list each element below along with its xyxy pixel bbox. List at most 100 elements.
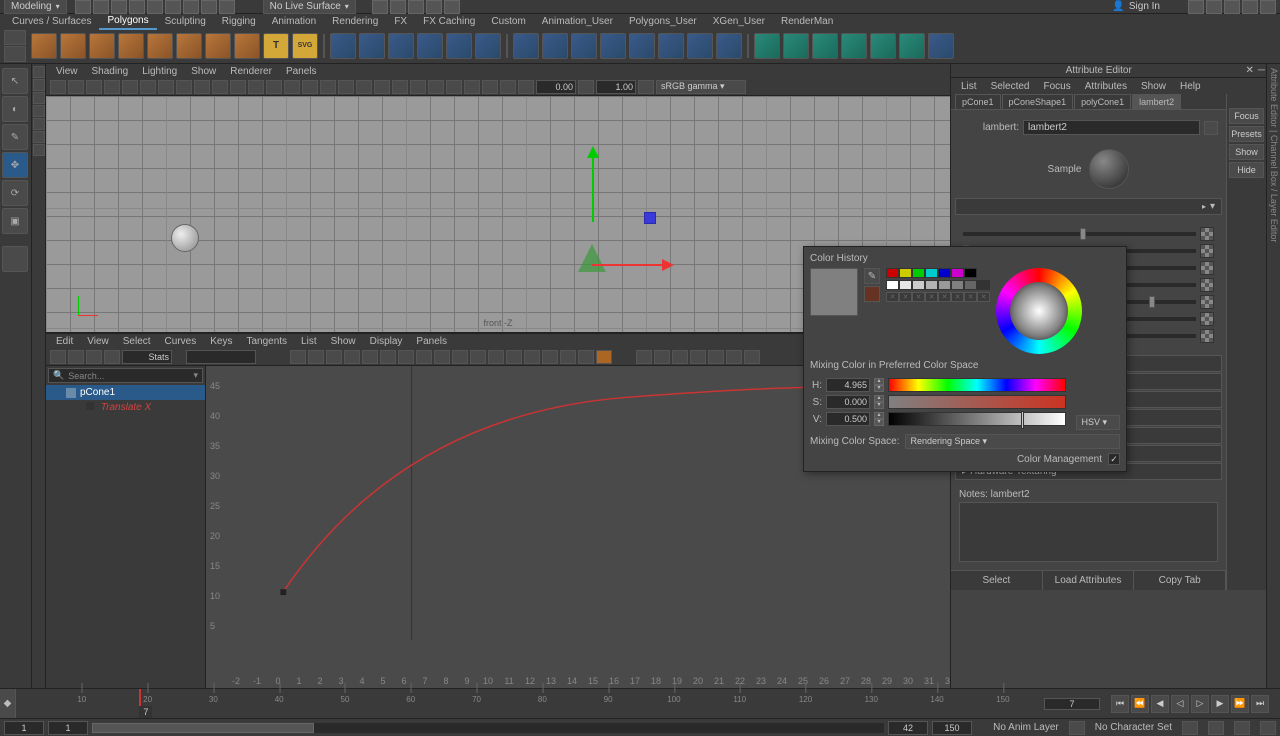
empty-palette-slot[interactable] <box>938 292 951 302</box>
shelf-tool-icon[interactable] <box>754 33 780 59</box>
range-slider[interactable] <box>92 723 884 733</box>
graph-toolbar-icon[interactable] <box>452 350 468 364</box>
close-icon[interactable]: ✕ <box>1246 65 1254 76</box>
poly-plane-icon[interactable] <box>147 33 173 59</box>
graph-toolbar-icon[interactable] <box>744 350 760 364</box>
cone-object[interactable] <box>578 244 606 272</box>
graph-toolbar-icon[interactable] <box>672 350 688 364</box>
layout-preset-icon[interactable] <box>33 131 45 143</box>
shelf-layout-icon[interactable] <box>4 30 26 46</box>
vp-toolbar-icon[interactable] <box>140 80 156 94</box>
vp-toolbar-icon[interactable] <box>482 80 498 94</box>
graph-toolbar-icon[interactable] <box>578 350 594 364</box>
shelf-tab[interactable]: Animation_User <box>534 14 621 29</box>
palette-swatch[interactable] <box>951 268 964 278</box>
graph-toolbar-icon[interactable] <box>326 350 342 364</box>
shelf-tool-icon[interactable] <box>812 33 838 59</box>
toolbar-icon[interactable] <box>444 0 460 14</box>
scale-tool[interactable]: ▣ <box>2 208 28 234</box>
vp-toolbar-icon[interactable] <box>266 80 282 94</box>
ae-menu-item[interactable]: Attributes <box>1079 81 1133 92</box>
val-input[interactable] <box>826 412 870 426</box>
sat-input[interactable] <box>826 395 870 409</box>
color-space-select[interactable]: sRGB gamma ▾ <box>656 80 746 94</box>
go-end-icon[interactable]: ⏭ <box>1251 695 1269 713</box>
layout-icon[interactable] <box>1260 0 1276 14</box>
map-button-icon[interactable] <box>1200 329 1214 343</box>
viewport-menu-item[interactable]: Panels <box>280 66 323 77</box>
shelf-tab[interactable]: FX Caching <box>415 14 483 29</box>
toolbar-icon[interactable] <box>201 0 217 14</box>
graph-menu-item[interactable]: Display <box>364 336 409 347</box>
last-tool[interactable] <box>2 246 28 272</box>
layout-preset-icon[interactable] <box>33 144 45 156</box>
auto-key-icon[interactable] <box>1234 721 1250 735</box>
graph-toolbar-icon[interactable] <box>708 350 724 364</box>
select-tool[interactable]: ↖ <box>2 68 28 94</box>
graph-toolbar-icon[interactable] <box>488 350 504 364</box>
vp-toolbar-icon[interactable] <box>104 80 120 94</box>
vp-toolbar-icon[interactable] <box>158 80 174 94</box>
toolbar-icon[interactable] <box>390 0 406 14</box>
graph-menu-item[interactable]: Tangents <box>240 336 293 347</box>
shelf-tool-icon[interactable] <box>571 33 597 59</box>
graph-toolbar-icon[interactable] <box>68 350 84 364</box>
palette-swatch[interactable] <box>938 280 951 290</box>
vp-toolbar-icon[interactable] <box>578 80 594 94</box>
color-mgmt-checkbox[interactable]: ✓ <box>1108 453 1120 465</box>
graph-toolbar-icon[interactable] <box>524 350 540 364</box>
empty-palette-slot[interactable] <box>912 292 925 302</box>
color-wheel[interactable] <box>996 268 1082 354</box>
graph-toolbar-icon[interactable] <box>290 350 306 364</box>
layout-preset-icon[interactable] <box>33 92 45 104</box>
node-name-input[interactable] <box>1023 120 1200 135</box>
notes-textarea[interactable] <box>959 502 1218 562</box>
ae-menu-item[interactable]: Selected <box>985 81 1036 92</box>
layout-icon[interactable] <box>1242 0 1258 14</box>
ae-side-button[interactable]: Presets <box>1229 126 1264 142</box>
shelf-tab[interactable]: Rigging <box>214 14 264 29</box>
play-forward-icon[interactable]: ▷ <box>1191 695 1209 713</box>
graph-toolbar-icon[interactable] <box>654 350 670 364</box>
node-io-icon[interactable] <box>1204 121 1218 135</box>
ae-menu-item[interactable]: Focus <box>1037 81 1076 92</box>
shelf-tool-icon[interactable] <box>417 33 443 59</box>
vp-toolbar-icon[interactable] <box>638 80 654 94</box>
mix-space-select[interactable]: Rendering Space ▾ <box>905 434 1120 449</box>
viewport-menu-item[interactable]: Lighting <box>136 66 183 77</box>
map-button-icon[interactable] <box>1200 278 1214 292</box>
graph-toolbar-icon[interactable] <box>362 350 378 364</box>
graph-toolbar-icon[interactable] <box>416 350 432 364</box>
viewport-menu-item[interactable]: Show <box>185 66 222 77</box>
shelf-tool-icon[interactable] <box>687 33 713 59</box>
hue-input[interactable] <box>826 378 870 392</box>
layout-preset-icon[interactable] <box>33 79 45 91</box>
vp-toolbar-icon[interactable] <box>338 80 354 94</box>
outliner-attr[interactable]: Translate X <box>46 400 205 415</box>
ae-menu-item[interactable]: List <box>955 81 983 92</box>
vp-toolbar-icon[interactable] <box>122 80 138 94</box>
graph-toolbar-icon[interactable] <box>50 350 66 364</box>
graph-toolbar-icon[interactable] <box>398 350 414 364</box>
spin-up-icon[interactable]: ▴ <box>874 378 884 385</box>
move-tool[interactable]: ✥ <box>2 152 28 178</box>
layout-icon[interactable] <box>1206 0 1222 14</box>
key-icon[interactable] <box>1208 721 1224 735</box>
shelf-tool-icon[interactable] <box>783 33 809 59</box>
spin-down-icon[interactable]: ▾ <box>874 402 884 409</box>
y-axis-handle[interactable] <box>592 152 594 222</box>
shelf-tool-icon[interactable] <box>629 33 655 59</box>
map-button-icon[interactable] <box>1200 227 1214 241</box>
sign-in-button[interactable]: 👤 Sign In <box>1112 1 1160 12</box>
shelf-tab[interactable]: Polygons_User <box>621 14 705 29</box>
viewport-menu-item[interactable]: Shading <box>86 66 135 77</box>
graph-menu-item[interactable]: List <box>295 336 323 347</box>
ae-side-button[interactable]: Show <box>1229 144 1264 160</box>
poly-type-icon[interactable]: T <box>263 33 289 59</box>
vp-toolbar-icon[interactable] <box>446 80 462 94</box>
shelf-tool-icon[interactable] <box>716 33 742 59</box>
shelf-tool-icon[interactable] <box>870 33 896 59</box>
graph-toolbar-icon[interactable] <box>434 350 450 364</box>
step-forward-key-icon[interactable]: ⏩ <box>1231 695 1249 713</box>
sat-slider[interactable] <box>888 395 1066 409</box>
